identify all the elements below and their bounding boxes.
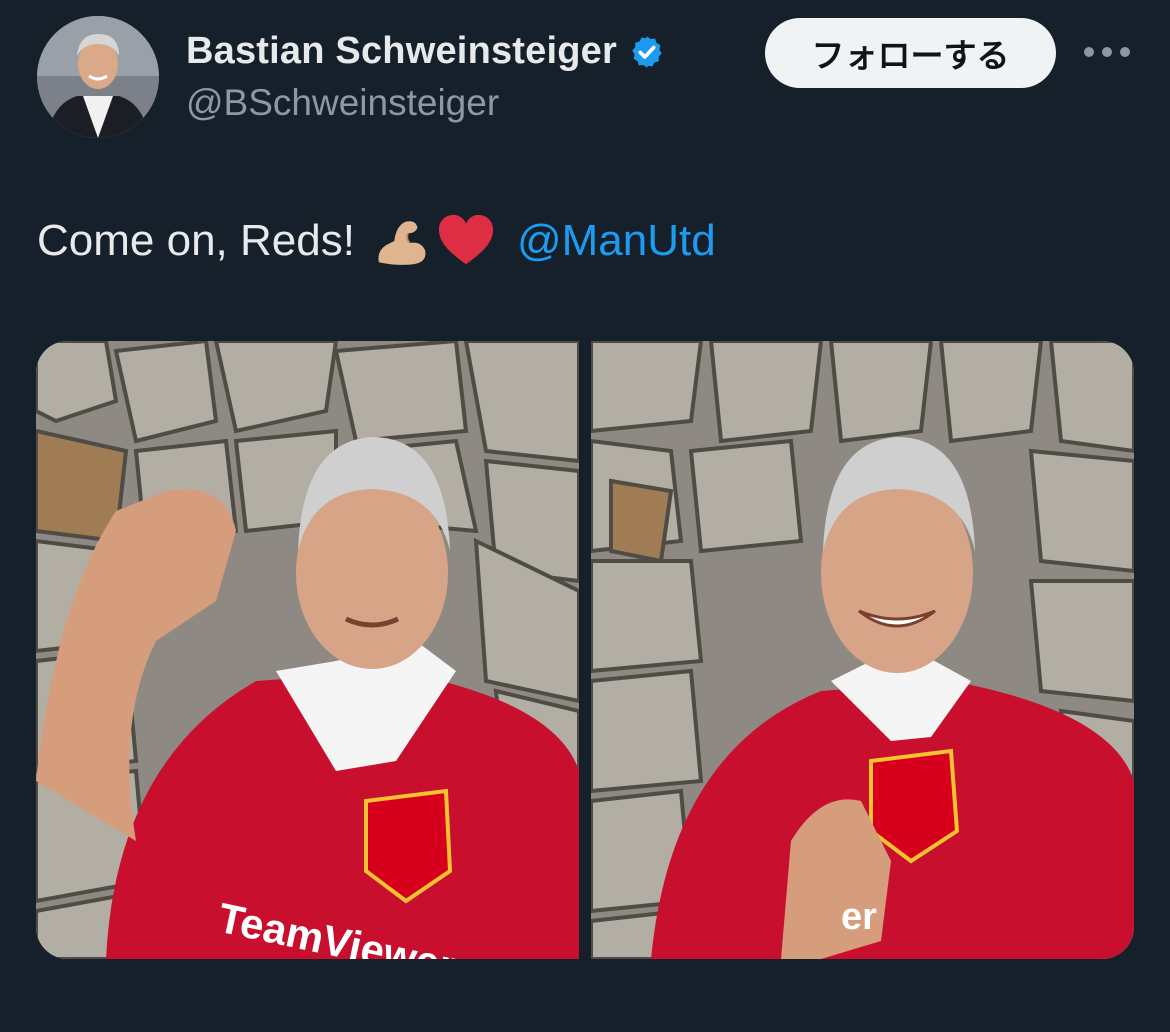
tweet: Bastian Schweinsteiger @BSchweinsteiger …	[0, 0, 1170, 1032]
name-row: Bastian Schweinsteiger	[186, 30, 665, 73]
profile-avatar[interactable]	[37, 16, 159, 138]
more-options-icon[interactable]	[1084, 40, 1130, 64]
tweet-text: Come on, Reds! @ManUtd	[37, 212, 716, 270]
photo-1[interactable]: TeamViewer	[36, 341, 579, 959]
verified-badge-icon	[629, 34, 665, 70]
tweet-body: Come on, Reds!	[37, 216, 355, 265]
mention-link[interactable]: @ManUtd	[517, 216, 716, 266]
media-grid: TeamViewer er	[36, 341, 1134, 959]
shirt-sponsor-text-2: er	[841, 896, 877, 938]
red-heart-emoji	[437, 212, 495, 270]
display-name[interactable]: Bastian Schweinsteiger	[186, 30, 617, 73]
photo-2[interactable]: er	[591, 341, 1134, 959]
follow-button[interactable]: フォローする	[765, 18, 1056, 88]
user-handle[interactable]: @BSchweinsteiger	[186, 82, 499, 124]
flexed-biceps-emoji	[373, 212, 431, 270]
